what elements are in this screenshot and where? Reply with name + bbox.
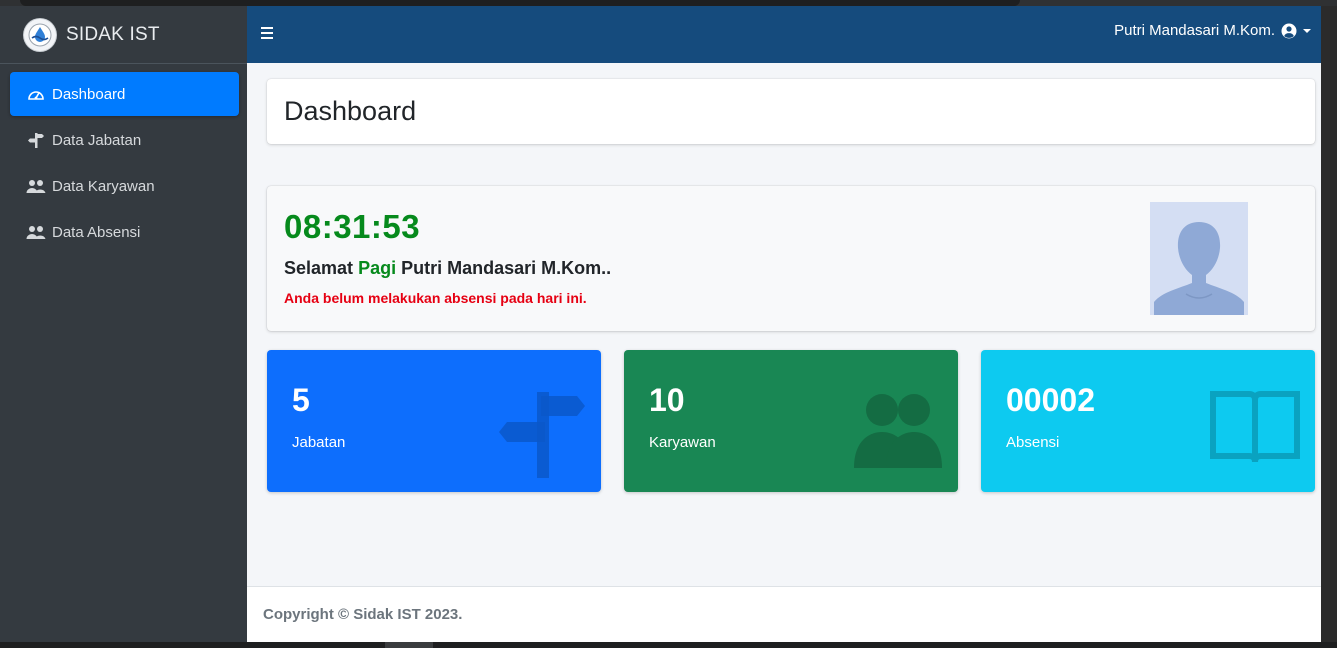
page-title: Dashboard <box>284 96 417 126</box>
stat-label: Absensi <box>1006 434 1060 451</box>
app-window: SIDAK IST Dashboard Data Jabatan Data Ka… <box>0 0 1337 648</box>
stat-value: 00002 <box>1006 382 1095 418</box>
users-icon <box>26 223 46 241</box>
greeting-name: Putri Mandasari M.Kom.. <box>401 258 612 278</box>
sidebar-item-label: Data Absensi <box>52 223 141 241</box>
welcome-card: 08:31:53 Selamat Pagi Putri Mandasari M.… <box>267 186 1315 331</box>
signpost-icon <box>497 388 587 485</box>
user-name: Putri Mandasari M.Kom. <box>1114 22 1275 39</box>
book-open-icon <box>1209 388 1301 471</box>
brand-logo-icon <box>24 18 56 51</box>
stat-card-absensi[interactable]: 00002 Absensi <box>981 350 1315 492</box>
greeting-prefix: Selamat <box>284 258 354 278</box>
menu-toggle-icon[interactable] <box>261 24 277 44</box>
user-dropdown[interactable]: Putri Mandasari M.Kom. <box>1114 22 1311 39</box>
clock: 08:31:53 <box>284 208 421 245</box>
stat-label: Jabatan <box>292 434 346 451</box>
sidebar-item-data-absensi[interactable]: Data Absensi <box>10 210 239 254</box>
stat-label: Karyawan <box>649 434 716 451</box>
page-header: Dashboard <box>267 79 1315 144</box>
brand-link[interactable]: SIDAK IST <box>0 6 247 64</box>
brand-text: SIDAK IST <box>66 23 160 45</box>
window-bottom-strip <box>0 642 1337 648</box>
users-icon <box>26 177 46 195</box>
greeting: Selamat Pagi Putri Mandasari M.Kom.. <box>284 258 611 279</box>
greeting-time: Pagi <box>358 258 397 278</box>
main-content: Dashboard 08:31:53 Selamat Pagi Putri Ma… <box>247 63 1321 586</box>
top-navbar: Putri Mandasari M.Kom. <box>247 6 1321 63</box>
chevron-down-icon <box>1303 28 1311 34</box>
sidebar-nav: Dashboard Data Jabatan Data Karyawan Dat… <box>0 64 247 254</box>
gauge-icon <box>26 85 46 103</box>
user-circle-icon <box>1281 23 1297 39</box>
window-right-edge <box>1321 6 1337 648</box>
sidebar-item-label: Data Karyawan <box>52 177 155 195</box>
sidebar-item-label: Dashboard <box>52 85 126 103</box>
stat-value: 5 <box>292 382 310 418</box>
sidebar-item-data-jabatan[interactable]: Data Jabatan <box>10 118 239 162</box>
copyright-text: Copyright © Sidak IST 2023. <box>263 606 463 623</box>
stat-card-jabatan[interactable]: 5 Jabatan <box>267 350 601 492</box>
sidebar-item-data-karyawan[interactable]: Data Karyawan <box>10 164 239 208</box>
sidebar-item-label: Data Jabatan <box>52 131 142 149</box>
attendance-notice: Anda belum melakukan absensi pada hari i… <box>284 290 587 306</box>
stat-value: 10 <box>649 382 685 418</box>
users-icon <box>852 388 944 473</box>
stat-card-karyawan[interactable]: 10 Karyawan <box>624 350 958 492</box>
footer: Copyright © Sidak IST 2023. <box>247 586 1321 642</box>
sidebar-item-dashboard[interactable]: Dashboard <box>10 72 239 116</box>
avatar <box>1150 202 1248 315</box>
sidebar: SIDAK IST Dashboard Data Jabatan Data Ka… <box>0 6 247 642</box>
signpost-icon <box>26 131 46 149</box>
